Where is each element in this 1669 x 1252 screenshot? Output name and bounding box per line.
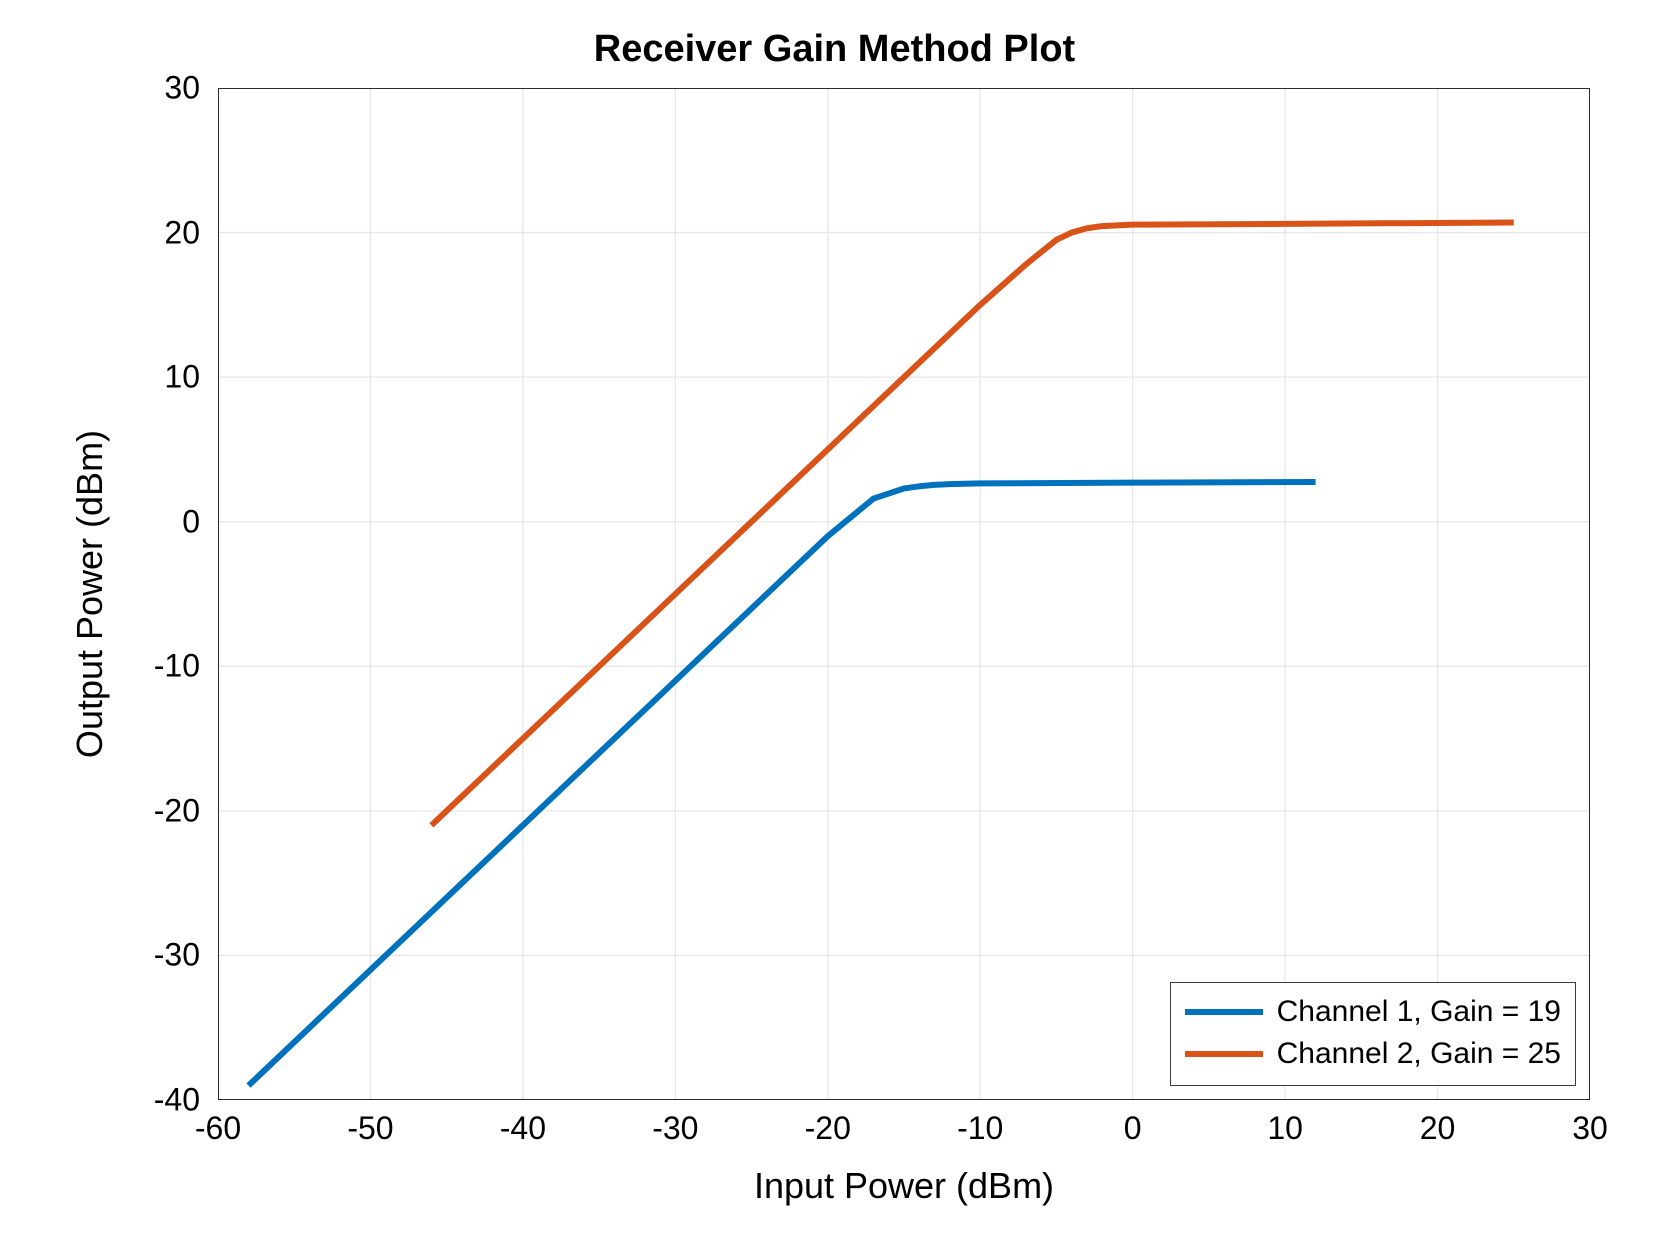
y-tick: -10 bbox=[154, 648, 200, 685]
x-tick: 0 bbox=[1124, 1110, 1142, 1147]
y-tick: 10 bbox=[164, 359, 200, 396]
x-tick: 30 bbox=[1572, 1110, 1608, 1147]
y-tick: 0 bbox=[182, 503, 200, 540]
legend-label: Channel 1, Gain = 19 bbox=[1277, 995, 1561, 1029]
x-tick: 20 bbox=[1420, 1110, 1456, 1147]
legend-label: Channel 2, Gain = 25 bbox=[1277, 1037, 1561, 1071]
y-axis-label: Output Power (dBm) bbox=[70, 88, 110, 1100]
chart-title: Receiver Gain Method Plot bbox=[0, 28, 1669, 71]
x-tick: -40 bbox=[500, 1110, 546, 1147]
x-tick: -30 bbox=[652, 1110, 698, 1147]
x-tick: -50 bbox=[347, 1110, 393, 1147]
y-axis-label-text: Output Power (dBm) bbox=[69, 430, 111, 758]
x-tick: -10 bbox=[957, 1110, 1003, 1147]
y-tick: 30 bbox=[164, 70, 200, 107]
legend-swatch bbox=[1185, 1051, 1263, 1057]
y-tick: -20 bbox=[154, 792, 200, 829]
x-tick: -20 bbox=[805, 1110, 851, 1147]
legend-row: Channel 1, Gain = 19 bbox=[1185, 991, 1561, 1033]
y-tick: 20 bbox=[164, 214, 200, 251]
plot-area bbox=[218, 88, 1590, 1100]
legend-row: Channel 2, Gain = 25 bbox=[1185, 1033, 1561, 1075]
legend: Channel 1, Gain = 19 Channel 2, Gain = 25 bbox=[1170, 982, 1576, 1086]
x-tick: -60 bbox=[195, 1110, 241, 1147]
series-line bbox=[431, 222, 1513, 825]
y-tick: -40 bbox=[154, 1082, 200, 1119]
legend-swatch bbox=[1185, 1009, 1263, 1015]
x-tick: 10 bbox=[1267, 1110, 1303, 1147]
grid-lines bbox=[218, 88, 1590, 1100]
plot-svg bbox=[218, 88, 1590, 1100]
x-axis-label: Input Power (dBm) bbox=[218, 1165, 1590, 1207]
y-tick: -30 bbox=[154, 937, 200, 974]
chart-figure: Receiver Gain Method Plot -60 -50 -40 -30 -2… bbox=[0, 0, 1669, 1252]
series-line bbox=[248, 482, 1315, 1086]
